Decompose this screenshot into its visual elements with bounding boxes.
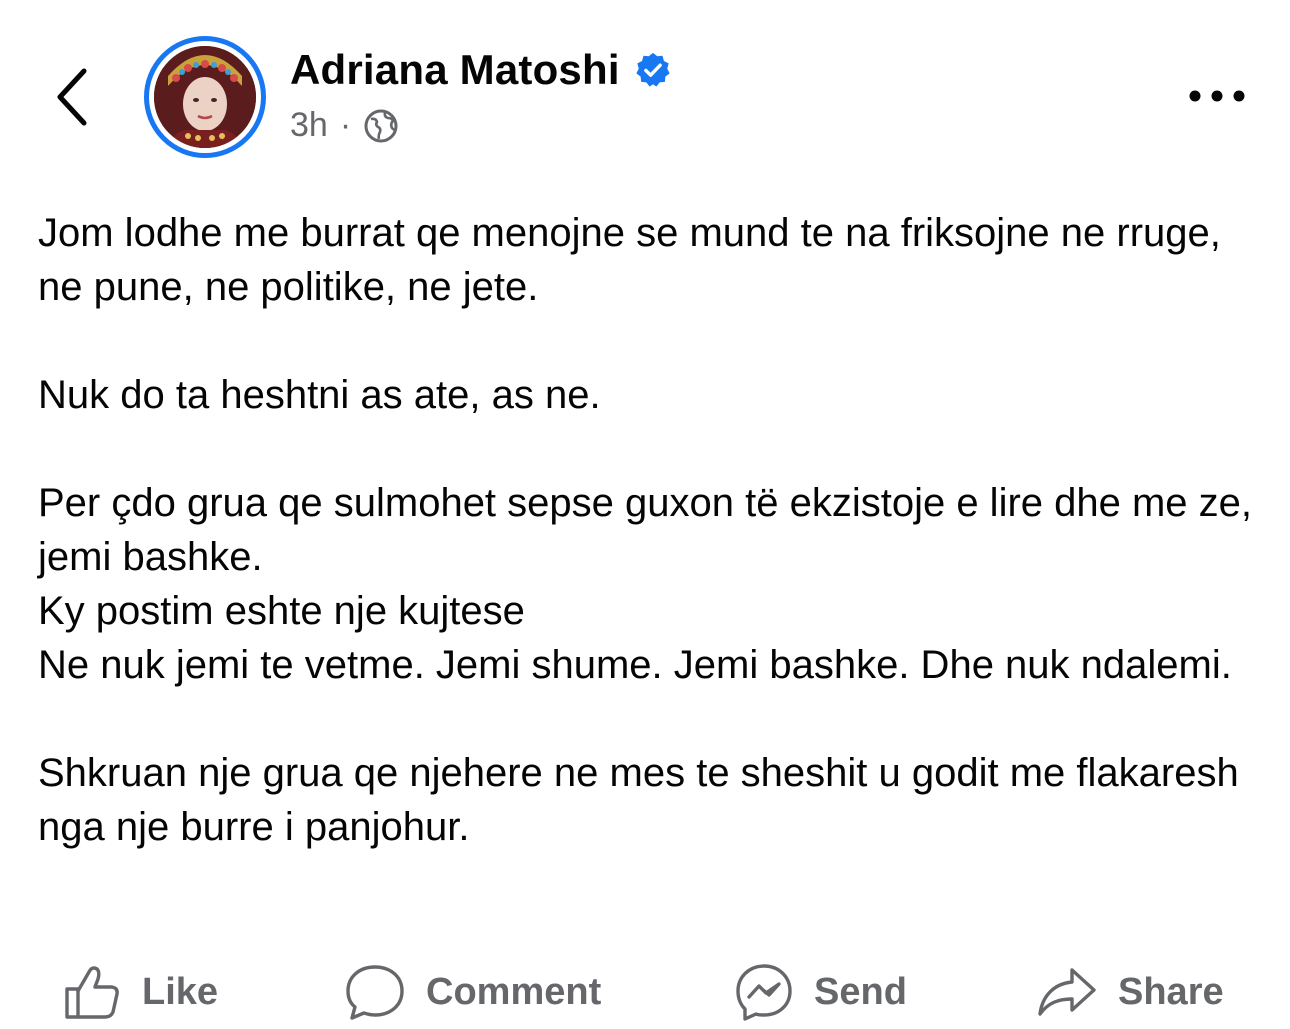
author-avatar[interactable] (144, 36, 266, 158)
messenger-icon (736, 964, 792, 1021)
avatar-image (154, 46, 256, 148)
post-paragraph: Ky postim eshte nje kujtese (38, 589, 525, 633)
back-button[interactable] (44, 62, 100, 132)
comment-button[interactable]: Comment (344, 955, 601, 1029)
post-paragraph: Shkruan nje grua qe njehere ne mes te sh… (38, 751, 1239, 849)
more-horizontal-icon (1189, 90, 1245, 102)
send-label: Send (814, 970, 907, 1013)
more-options-button[interactable] (1182, 78, 1252, 114)
verified-badge-icon (636, 52, 670, 87)
post-header: Adriana Matoshi 3h · (0, 0, 1290, 180)
author-name-text: Adriana Matoshi (290, 46, 620, 93)
comment-label: Comment (426, 970, 602, 1013)
post-paragraph: Ne nuk jemi te vetme. Jemi shume. Jemi b… (38, 643, 1232, 687)
share-button[interactable]: Share (1036, 955, 1224, 1029)
send-button[interactable]: Send (734, 955, 907, 1029)
share-label: Share (1118, 970, 1224, 1013)
comment-bubble-icon (346, 965, 404, 1020)
post-paragraph: Jom lodhe me burrat qe menojne se mund t… (38, 211, 1221, 309)
post-paragraph: Per çdo grua qe sulmohet sepse guxon të … (38, 481, 1253, 579)
chevron-left-icon (57, 68, 87, 126)
share-arrow-icon (1038, 968, 1096, 1016)
avatar-portrait (154, 46, 256, 148)
thumbs-up-icon (65, 966, 119, 1019)
like-label: Like (142, 970, 219, 1013)
post-meta: 3h · (290, 106, 399, 145)
like-button[interactable]: Like (62, 955, 218, 1029)
post-timestamp[interactable]: 3h (290, 106, 328, 145)
post-action-bar: Like Comment Send Share (0, 955, 1290, 1029)
post-paragraph: Nuk do ta heshtni as ate, as ne. (38, 373, 601, 417)
globe-icon (364, 109, 398, 142)
meta-separator: · (339, 106, 352, 144)
post-body: Jom lodhe me burrat qe menojne se mund t… (38, 206, 1258, 854)
author-name[interactable]: Adriana Matoshi (290, 46, 672, 94)
